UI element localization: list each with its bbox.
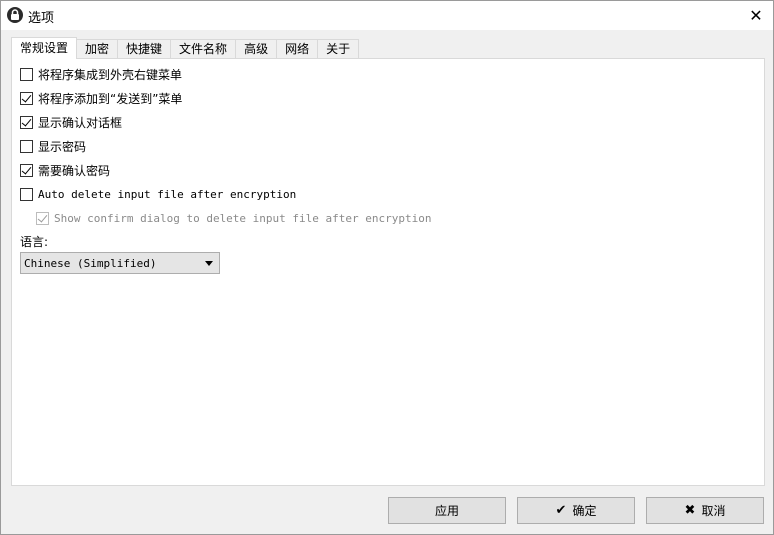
- general-settings-panel: 将程序集成到外壳右键菜单 将程序添加到“发送到”菜单 显示确认对话框 显示密码 …: [11, 58, 765, 486]
- apply-button[interactable]: 应用: [388, 497, 506, 524]
- option-label: 显示确认对话框: [38, 115, 123, 130]
- tab-network[interactable]: 网络: [276, 39, 319, 59]
- lock-icon: [7, 7, 23, 23]
- option-label: 显示密码: [38, 139, 87, 154]
- apply-label: 应用: [434, 504, 459, 518]
- checkbox[interactable]: [20, 115, 33, 129]
- option-show-password[interactable]: 显示密码: [20, 138, 86, 154]
- checkbox[interactable]: [20, 163, 33, 177]
- option-label: 将程序添加到“发送到”菜单: [38, 91, 183, 106]
- ok-label: 确定: [572, 504, 597, 518]
- chevron-down-icon: [205, 261, 213, 266]
- title-bar[interactable]: 选项 ✕: [1, 1, 773, 30]
- close-button[interactable]: ✕: [739, 1, 773, 30]
- option-send-to[interactable]: 将程序添加到“发送到”菜单: [20, 90, 182, 106]
- cancel-button[interactable]: ✖ 取消: [646, 497, 764, 524]
- tab-shortcuts[interactable]: 快捷键: [117, 39, 172, 59]
- option-label: 将程序集成到外壳右键菜单: [38, 67, 183, 82]
- language-label: 语言:: [20, 235, 49, 249]
- checkbox[interactable]: [20, 91, 33, 105]
- option-label: 需要确认密码: [38, 163, 111, 178]
- cancel-label: 取消: [701, 504, 726, 518]
- tab-filename[interactable]: 文件名称: [170, 39, 237, 59]
- language-select[interactable]: Chinese (Simplified): [20, 252, 220, 274]
- tab-advanced[interactable]: 高级: [235, 39, 278, 59]
- check-icon: ✔: [555, 503, 567, 518]
- checkbox[interactable]: [20, 67, 33, 81]
- window-title: 选项: [28, 11, 55, 26]
- option-auto-delete[interactable]: Auto delete input file after encryption: [20, 186, 296, 202]
- tab-encryption[interactable]: 加密: [76, 39, 119, 59]
- tab-general[interactable]: 常规设置: [11, 37, 78, 59]
- tab-about[interactable]: 关于: [317, 39, 360, 59]
- option-shell-integration[interactable]: 将程序集成到外壳右键菜单: [20, 66, 182, 82]
- options-dialog: 选项 ✕ 常规设置 加密 快捷键 文件名称 高级 网络 关于 将程序集成到外壳右…: [0, 0, 774, 535]
- language-select-value: Chinese (Simplified): [24, 256, 157, 270]
- checkbox: [36, 211, 49, 225]
- option-confirm-dialog[interactable]: 显示确认对话框: [20, 114, 122, 130]
- x-icon: ✖: [684, 503, 696, 518]
- option-label: Show confirm dialog to delete input file…: [54, 211, 432, 225]
- checkbox[interactable]: [20, 187, 33, 201]
- option-confirm-delete: Show confirm dialog to delete input file…: [36, 210, 432, 226]
- option-label: Auto delete input file after encryption: [38, 187, 297, 201]
- option-confirm-password[interactable]: 需要确认密码: [20, 162, 110, 178]
- checkbox[interactable]: [20, 139, 33, 153]
- tab-bar: 常规设置 加密 快捷键 文件名称 高级 网络 关于: [11, 37, 360, 59]
- ok-button[interactable]: ✔ 确定: [517, 497, 635, 524]
